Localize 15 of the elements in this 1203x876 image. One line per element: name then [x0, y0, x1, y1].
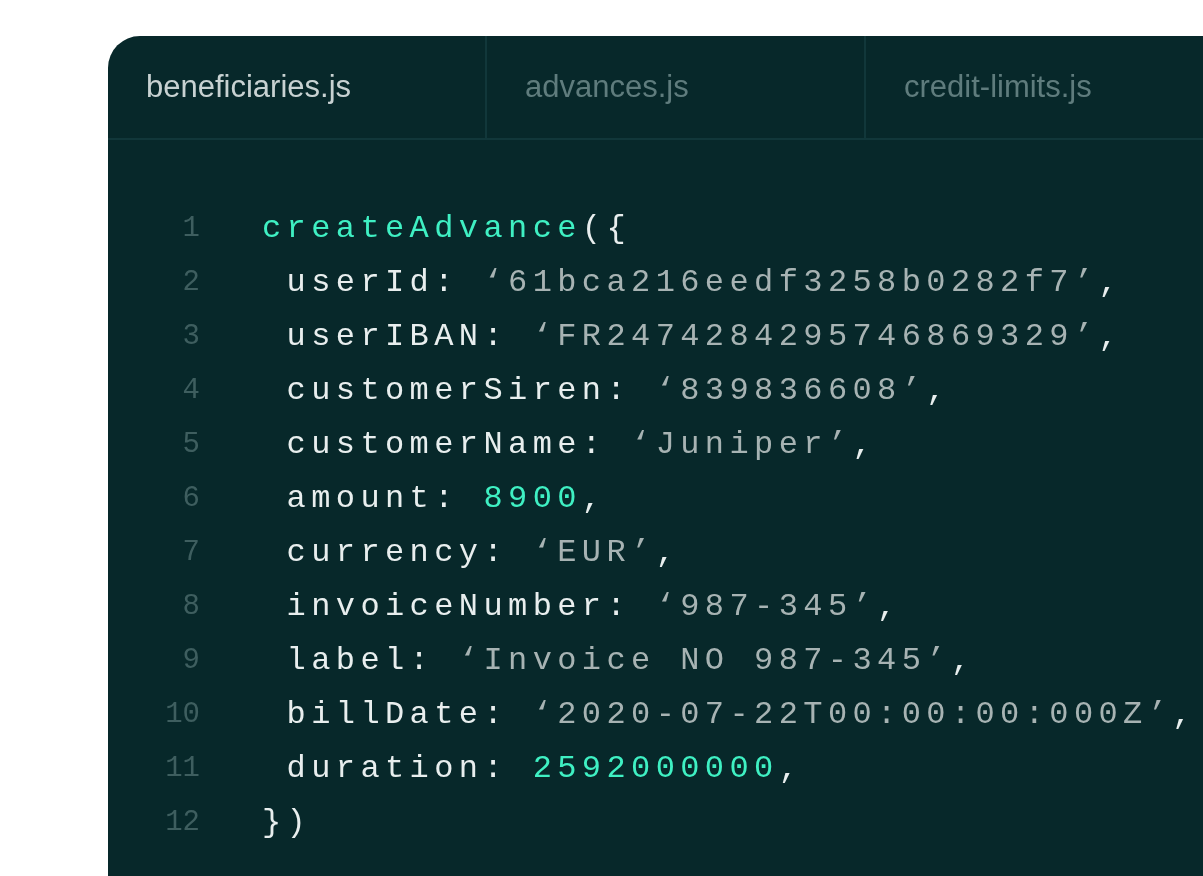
code-line: userIBAN: ‘FR2474284295746869329’,: [285, 317, 1124, 357]
code-line: currency: ‘EUR’,: [285, 533, 681, 573]
code-line: label: ‘Invoice NO 987-345’,: [285, 641, 976, 681]
file-tab[interactable]: advances.js: [487, 36, 866, 138]
file-tab[interactable]: beneficiaries.js: [108, 36, 487, 138]
code-line: billDate: ‘2020-07-22T00:00:00:000Z’,: [285, 695, 1197, 735]
file-tab[interactable]: credit-limits.js: [866, 36, 1203, 138]
code-line: customerName: ‘Juniper’,: [285, 425, 878, 465]
code-line: amount: 8900,: [285, 479, 607, 519]
code-line: createAdvance({: [262, 209, 632, 249]
code-line: invoiceNumber: ‘987-345’,: [285, 587, 902, 627]
code-line: }): [262, 803, 312, 843]
code-line: customerSiren: ‘839836608’,: [285, 371, 951, 411]
code-line: duration: 2592000000,: [285, 749, 804, 789]
code-line: userId: ‘61bca216eedf3258b0282f7’,: [285, 263, 1124, 303]
